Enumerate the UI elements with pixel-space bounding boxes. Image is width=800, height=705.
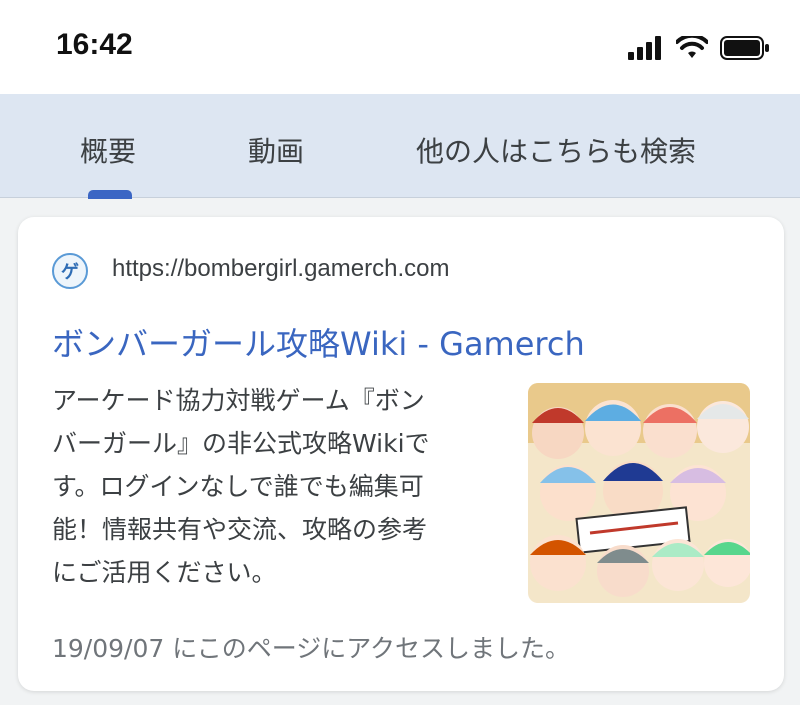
snippet-line: す。ログインなしで誰でも編集可 [52,472,424,501]
search-tabs: 概要 動画 他の人はこちらも検索 [0,94,800,198]
battery-icon [720,36,769,60]
favicon-letter: ゲ [61,262,79,283]
status-icons [628,36,770,60]
snippet-line: 能！情報共有や交流、攻略の参考 [52,515,428,544]
result-thumbnail-image[interactable] [528,383,750,603]
snippet-line: バーガール』の非公式攻略Wikiで [52,429,430,458]
tab-overview[interactable]: 概要 [80,130,136,170]
result-title-link[interactable]: ボンバーガール攻略Wiki - Gamerch [52,319,585,365]
visited-date: 19/09/07 にこのページにアクセスしました。 [52,634,570,663]
cellular-signal-icon [628,36,661,60]
snippet-line: アーケード協力対戦ゲーム『ボン [52,386,425,415]
status-bar: 16:42 [0,0,800,94]
result-snippet: アーケード協力対戦ゲーム『ボン バーガール』の非公式攻略Wikiで す。ログイン… [52,379,492,594]
selected-tab-indicator [88,190,132,199]
tab-videos[interactable]: 動画 [248,130,304,170]
status-time: 16:42 [56,28,133,61]
wifi-icon [676,36,708,58]
site-favicon-icon: ゲ [52,253,88,289]
tab-people-also-search[interactable]: 他の人はこちらも検索 [416,130,696,170]
result-url[interactable]: https://bombergirl.gamerch.com [112,255,449,283]
search-result-card[interactable]: ゲ https://bombergirl.gamerch.com ボンバーガール… [18,217,784,691]
snippet-line: にご活用ください。 [52,558,277,587]
